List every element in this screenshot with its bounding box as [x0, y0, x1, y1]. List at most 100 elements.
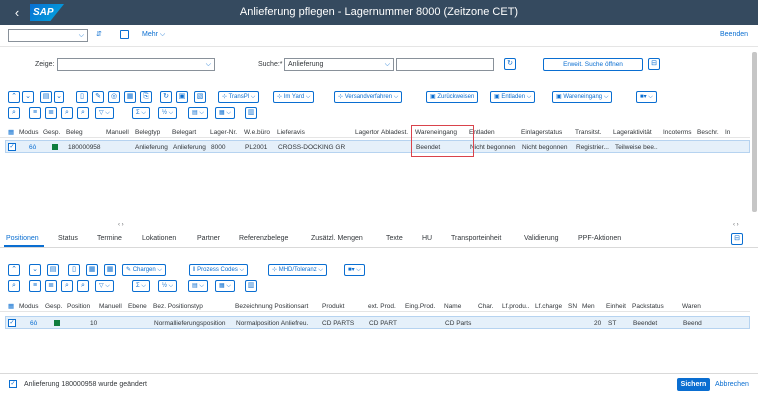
tab-texte[interactable]: Texte	[386, 235, 403, 242]
tab-ppf-aktionen[interactable]: PPF-Aktionen	[578, 235, 621, 242]
col-lf-charge[interactable]: Lf.charge	[535, 303, 562, 310]
checkbox-icon[interactable]	[120, 30, 129, 39]
export-button[interactable]: ▤ ⌵	[188, 280, 208, 292]
goods-receipt-button[interactable]: ▣ Wareneingang ⌵	[552, 91, 613, 103]
im-yard-button[interactable]: ⊹ Im Yard ⌵	[273, 91, 315, 103]
filter-button[interactable]: ▽ ⌵	[95, 107, 114, 119]
col-ebene[interactable]: Ebene	[128, 303, 147, 310]
vertical-scrollbar[interactable]	[752, 52, 757, 212]
tab-settings-icon[interactable]: ⊟	[731, 233, 743, 245]
col-waren[interactable]: Waren	[682, 303, 701, 310]
col-menge[interactable]: Men	[582, 303, 595, 310]
col-incoterms[interactable]: Incoterms	[663, 129, 692, 136]
save-search-icon[interactable]: ⊟	[648, 58, 660, 70]
refresh-icon[interactable]: ↻	[160, 91, 172, 103]
col-ext-prod[interactable]: ext. Prod.	[368, 303, 396, 310]
col-modus[interactable]: Modus	[19, 303, 39, 310]
refresh-icon[interactable]: ↻	[504, 58, 516, 70]
tab-partner[interactable]: Partner	[197, 235, 220, 242]
tab-lokationen[interactable]: Lokationen	[142, 235, 176, 242]
view-button[interactable]: ▦ ⌵	[215, 107, 235, 119]
find-next-icon[interactable]: ⌕	[77, 107, 89, 119]
filter-icon[interactable]: ⇵	[96, 30, 102, 38]
zoom-icon[interactable]: ⌕	[8, 107, 20, 119]
show-select[interactable]: ⌵	[57, 58, 215, 71]
col-sn[interactable]: SN	[568, 303, 577, 310]
col-beschr[interactable]: Beschr.	[697, 129, 719, 136]
chevron-down-icon[interactable]: ⌄	[54, 91, 64, 103]
find-next-icon[interactable]: ⌕	[77, 280, 89, 292]
sum-button[interactable]: Σ ⌵	[132, 280, 150, 292]
mhd-tolerance-button[interactable]: ⊹ MHD/Toleranz ⌵	[268, 264, 327, 276]
sort-icon[interactable]: ≣	[45, 107, 57, 119]
subtotal-button[interactable]: ½ ⌵	[158, 107, 178, 119]
col-positionsart[interactable]: Bezeichnung Positionsart	[235, 303, 308, 310]
col-char[interactable]: Char.	[478, 303, 494, 310]
col-lieferavis[interactable]: Lieferavis	[277, 129, 305, 136]
zoom-icon[interactable]: ⌕	[8, 280, 20, 292]
back-icon[interactable]: ‹	[10, 5, 24, 20]
glasses-icon[interactable]: 6ô	[29, 144, 36, 151]
exit-button[interactable]: Beenden	[720, 31, 748, 38]
edit-icon[interactable]: ✎	[92, 91, 104, 103]
col-beleg[interactable]: Beleg	[66, 129, 83, 136]
glasses-icon[interactable]: 6ô	[30, 320, 37, 327]
expand-up-icon[interactable]: ⌃	[8, 91, 20, 103]
tab-hu[interactable]: HU	[422, 235, 432, 242]
col-lagertor[interactable]: Lagertor	[355, 129, 379, 136]
transpl-button[interactable]: ⊹ TransPl ⌵	[218, 91, 260, 103]
col-abladest[interactable]: Abladest.	[381, 129, 408, 136]
col-position[interactable]: Position	[67, 303, 90, 310]
tab-zusaetzl-mengen[interactable]: Zusätzl. Mengen	[311, 235, 363, 242]
table-row[interactable]: ✓ 6ô 180000958 Anlieferung Anlieferung 8…	[5, 140, 750, 153]
save-button[interactable]: Sichern	[677, 378, 710, 391]
settings-icon[interactable]: ▥	[245, 280, 257, 292]
col-manuell[interactable]: Manuell	[106, 129, 129, 136]
view-button[interactable]: ▦ ⌵	[215, 280, 235, 292]
delete-icon[interactable]: ▦	[124, 91, 136, 103]
find-icon[interactable]: ⌕	[61, 107, 73, 119]
col-gesp[interactable]: Gesp.	[43, 129, 60, 136]
delete-icon[interactable]: ▦	[86, 264, 98, 276]
col-lageraktivitaet[interactable]: Lageraktivität	[613, 129, 652, 136]
expand-down-icon[interactable]: ⌄	[29, 264, 41, 276]
align-icon[interactable]: ≡	[29, 107, 41, 119]
more-actions-button[interactable]: ■▾ ⌵	[344, 264, 365, 276]
tab-positionen[interactable]: Positionen	[6, 235, 39, 242]
col-lf-produ[interactable]: Lf.produ..	[502, 303, 529, 310]
table-row[interactable]: ✓ 6ô 10 Normallieferungsposition Normalp…	[5, 316, 750, 329]
batches-button[interactable]: ✎ Chargen ⌵	[122, 264, 166, 276]
col-belegtyp[interactable]: Belegtyp	[135, 129, 160, 136]
row-checkbox[interactable]: ✓	[8, 319, 16, 327]
search-type-select[interactable]: Anlieferung ⌵	[284, 58, 394, 71]
col-manuell[interactable]: Manuell	[99, 303, 122, 310]
align-icon[interactable]: ≡	[29, 280, 41, 292]
col-positionstyp[interactable]: Bez. Positionstyp	[153, 303, 203, 310]
document-icon[interactable]: ▯	[68, 264, 80, 276]
col-modus[interactable]: Modus	[19, 129, 39, 136]
col-packstatus[interactable]: Packstatus	[632, 303, 664, 310]
export-button[interactable]: ▤ ⌵	[188, 107, 208, 119]
sort-icon[interactable]: ≣	[45, 280, 57, 292]
variant-select[interactable]: ⌵	[8, 29, 88, 42]
expand-down-icon[interactable]: ⌄	[22, 91, 34, 103]
unload-button[interactable]: ▣ Entladen ⌵	[490, 91, 536, 103]
reject-button[interactable]: ▣ Zurückweisen	[426, 91, 479, 103]
tab-transporteinheit[interactable]: Transporteinheit	[451, 235, 501, 242]
print-icon[interactable]: ▣	[176, 91, 188, 103]
layout-icon[interactable]: ▤	[40, 91, 52, 103]
process-codes-button[interactable]: ‖ Prozess Codes ⌵	[189, 264, 249, 276]
col-lager-nr[interactable]: Lager-Nr.	[210, 129, 237, 136]
more-menu[interactable]: Mehr ⌵	[142, 31, 165, 39]
extended-search-button[interactable]: Erweit. Suche öffnen	[543, 58, 643, 71]
document-icon[interactable]: ▯	[76, 91, 88, 103]
find-icon[interactable]: ⌕	[61, 280, 73, 292]
search-input[interactable]	[396, 58, 494, 71]
col-einlagerstatus[interactable]: Einlagerstatus	[521, 129, 562, 136]
grid-settings-icon[interactable]: ▦	[8, 302, 14, 310]
col-we-buero[interactable]: W.e.büro	[244, 129, 270, 136]
versandverfahren-button[interactable]: ⊹ Versandverfahren ⌵	[334, 91, 403, 103]
filter-button[interactable]: ▽ ⌵	[95, 280, 114, 292]
col-produkt[interactable]: Produkt	[322, 303, 344, 310]
tab-status[interactable]: Status	[58, 235, 78, 242]
